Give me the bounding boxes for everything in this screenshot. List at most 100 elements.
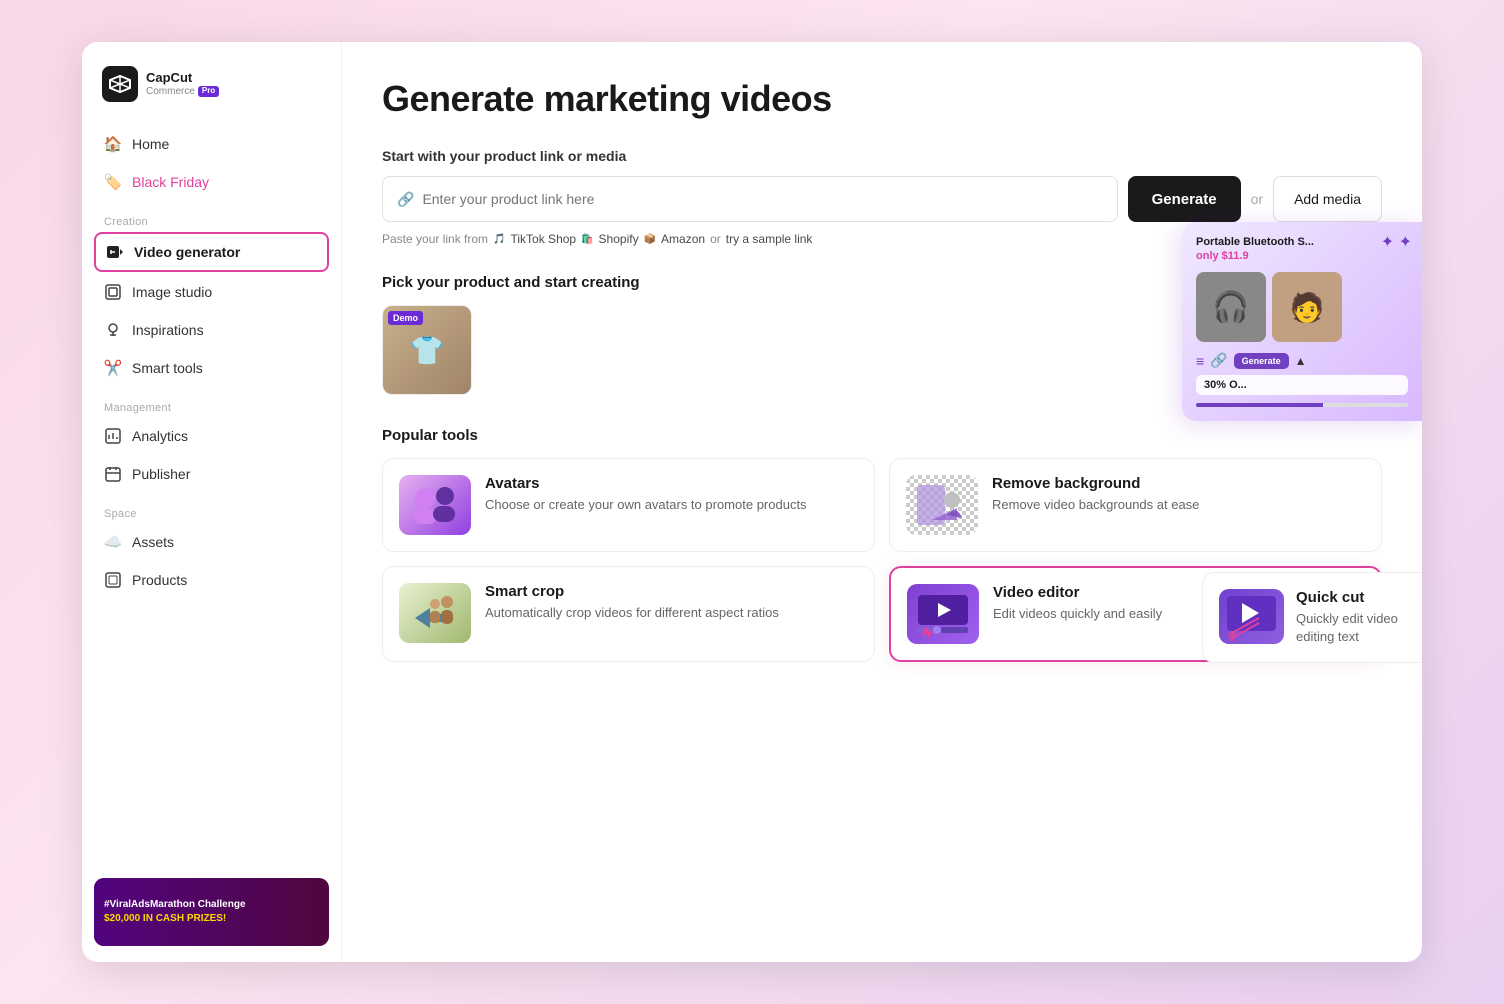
sidebar-item-label: Assets [132,534,174,550]
sidebar-item-label: Video generator [134,244,240,260]
product-link-field[interactable] [422,191,1102,207]
promo-banner[interactable]: #ViralAdsMarathon Challenge $20,000 IN C… [94,878,329,946]
products-icon [104,571,122,589]
tool-name: Smart crop [485,583,779,600]
tool-desc: Remove video backgrounds at ease [992,496,1199,514]
tool-desc: Choose or create your own avatars to pro… [485,496,807,514]
capcut-logo-icon [102,66,138,102]
generate-button[interactable]: Generate [1128,176,1241,222]
sidebar-item-products[interactable]: Products [94,562,329,598]
tool-desc: Edit videos quickly and easily [993,605,1162,623]
tool-desc-quick-cut: Quickly edit video editing text [1296,610,1406,646]
tiktok-shop-link[interactable]: TikTok Shop [511,232,577,246]
sidebar-item-assets[interactable]: ☁️ Assets [94,524,329,560]
preview-menu-icon: ≡ [1196,353,1204,369]
promo-banner-area: #ViralAdsMarathon Challenge $20,000 IN C… [82,866,341,946]
preview-generate-mini[interactable]: Generate [1234,353,1289,369]
sidebar-item-inspirations[interactable]: Inspirations [94,312,329,348]
smart-crop-icon [405,588,465,638]
logo-sub: Commerce Pro [146,86,219,97]
tool-desc: Automatically crop videos for different … [485,604,779,622]
video-editor-icon-wrap [907,584,979,644]
sidebar-item-smart-tools[interactable]: ✂️ Smart tools [94,350,329,386]
tiktok-icon: 🎵 [493,234,505,245]
app-container: CapCut Commerce Pro 🏠 Home 🏷️ Black Frid… [82,42,1422,962]
tool-info-video-editor: Video editor Edit videos quickly and eas… [993,584,1162,623]
section-label-creation: Creation [94,202,329,232]
shopify-icon: 🛍️ [581,234,593,245]
logo-text: CapCut Commerce Pro [146,71,219,96]
shopify-link[interactable]: Shopify [599,232,639,246]
pro-badge: Pro [198,86,219,97]
product-link-input-wrapper[interactable]: 🔗 [382,176,1118,222]
right-preview-card: ✦ ✦ Portable Bluetooth S... only $11.9 🎧… [1182,222,1422,421]
tool-card-smart-crop[interactable]: Smart crop Automatically crop videos for… [382,566,875,662]
amazon-icon: 📦 [644,234,656,245]
tool-card-remove-background[interactable]: Remove background Remove video backgroun… [889,458,1382,552]
sidebar-item-label: Products [132,572,187,588]
sidebar-nav: 🏠 Home 🏷️ Black Friday Creation Video ge… [82,126,341,866]
sparkles-icon: ✦ ✦ [1381,232,1412,252]
tool-name: Remove background [992,475,1199,492]
tool-info-quick-cut: Quick cut Quickly edit video editing tex… [1296,589,1406,646]
sidebar-item-image-studio[interactable]: Image studio [94,274,329,310]
tool-name-quick-cut: Quick cut [1296,589,1406,606]
avatars-icon [405,480,465,530]
section-label-space: Space [94,494,329,524]
video-generator-icon [106,243,124,261]
sidebar-item-label: Analytics [132,428,188,444]
remove-bg-icon [912,480,972,530]
sidebar: CapCut Commerce Pro 🏠 Home 🏷️ Black Frid… [82,42,342,962]
image-studio-icon [104,283,122,301]
product-card-shirt[interactable]: 👕 Demo [382,305,472,395]
tool-card-quick-cut[interactable]: Quick cut Quickly edit video editing tex… [1202,572,1422,663]
inspirations-icon [104,321,122,339]
sidebar-item-label: Smart tools [132,360,203,376]
sidebar-item-analytics[interactable]: Analytics [94,418,329,454]
tool-name: Avatars [485,475,807,492]
sidebar-item-label: Publisher [132,466,190,482]
remove-bg-icon-wrap [906,475,978,535]
sidebar-item-home[interactable]: 🏠 Home [94,126,329,162]
tool-name: Video editor [993,584,1162,601]
smart-tools-icon: ✂️ [104,359,122,377]
link-section-label: Start with your product link or media [382,148,1382,164]
smart-crop-icon-wrap [399,583,471,643]
quick-cut-icon [1224,593,1279,641]
preview-link-icon: 🔗 [1210,352,1227,369]
preview-progress-bar [1196,403,1408,407]
page-title: Generate marketing videos [382,78,1382,120]
preview-cursor-icon: ▲ [1295,354,1307,368]
quick-cut-icon-wrap [1219,589,1284,644]
main-content: Generate marketing videos Start with you… [342,42,1422,962]
assets-icon: ☁️ [104,533,122,551]
avatars-icon-wrap [399,475,471,535]
tool-info-smart-crop: Smart crop Automatically crop videos for… [485,583,779,622]
publisher-icon [104,465,122,483]
section-label-management: Management [94,388,329,418]
sidebar-item-label: Black Friday [132,174,209,190]
popular-tools-title: Popular tools [382,427,1382,444]
sidebar-item-black-friday[interactable]: 🏷️ Black Friday [94,164,329,200]
sample-link[interactable]: try a sample link [726,232,813,246]
preview-price: only $11.9 [1196,250,1408,262]
preview-image-row: 🎧 🧑 [1196,272,1408,342]
sidebar-item-publisher[interactable]: Publisher [94,456,329,492]
logo: CapCut Commerce Pro [82,66,341,126]
logo-brand: CapCut [146,71,219,85]
preview-person-image: 🧑 [1272,272,1342,342]
add-media-button[interactable]: Add media [1273,176,1382,222]
tool-card-avatars[interactable]: Avatars Choose or create your own avatar… [382,458,875,552]
home-icon: 🏠 [104,135,122,153]
analytics-icon [104,427,122,445]
preview-product-name: Portable Bluetooth S... [1196,236,1408,248]
video-editor-icon [913,589,973,639]
sidebar-item-label: Image studio [132,284,212,300]
tool-info-avatars: Avatars Choose or create your own avatar… [485,475,807,514]
sidebar-item-video-generator[interactable]: Video generator [94,232,329,272]
sidebar-item-label: Home [132,136,169,152]
preview-ui-row: ≡ 🔗 Generate ▲ [1196,352,1408,369]
amazon-link[interactable]: Amazon [661,232,705,246]
or-text: or [1251,191,1263,207]
tool-info-remove-bg: Remove background Remove video backgroun… [992,475,1199,514]
